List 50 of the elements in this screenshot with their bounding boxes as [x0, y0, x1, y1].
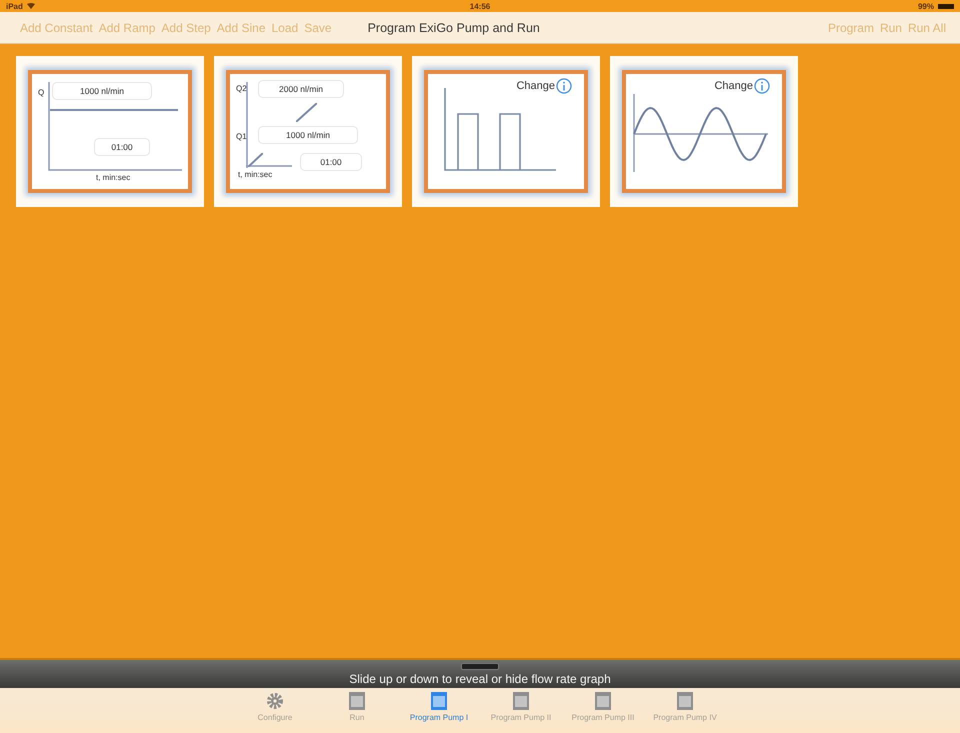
ramp-line	[296, 103, 317, 122]
tab[interactable]: Program Pump III	[564, 692, 642, 733]
flow-rate-field[interactable]: 2000 nl/min	[258, 80, 344, 98]
screen-icon	[349, 692, 365, 710]
axis-label: Q2	[236, 84, 247, 93]
toolbar-button[interactable]: Run	[880, 20, 902, 34]
drag-handle[interactable]	[461, 663, 499, 670]
flow-rate-field[interactable]: 1000 nl/min	[258, 126, 358, 144]
toolbar-button[interactable]: Save	[304, 20, 332, 34]
info-icon	[556, 78, 572, 94]
screen-icon	[595, 692, 611, 710]
segment-card[interactable]: Q 1000 nl/min 01:00 t, min:sec	[16, 56, 204, 207]
axis-label: Q1	[236, 132, 247, 141]
toolbar-button[interactable]: Add Sine	[216, 20, 266, 34]
segment-card[interactable]: Change	[412, 56, 600, 207]
toolbar-button[interactable]: Program	[828, 20, 874, 34]
tab[interactable]: Configure	[236, 692, 314, 733]
clock: 14:56	[470, 2, 490, 10]
drawer-hint: Slide up or down to reveal or hide flow rate graph	[349, 672, 611, 686]
ramp-line	[248, 153, 263, 167]
screen-icon	[431, 692, 447, 710]
toolbar-button[interactable]: Load	[272, 20, 298, 34]
page-title: Program ExiGo Pump and Run	[368, 20, 540, 34]
gear-icon	[266, 692, 284, 710]
info-icon	[754, 78, 770, 94]
axis-label: t, min:sec	[96, 173, 130, 182]
tab[interactable]: Run	[318, 692, 396, 733]
axis-label: t, min:sec	[238, 170, 272, 179]
graph-drawer[interactable]: Slide up or down to reveal or hide flow rate graph	[0, 658, 960, 688]
tab[interactable]: Program Pump IV	[646, 692, 724, 733]
device-name: iPad	[6, 2, 23, 10]
screen-icon	[513, 692, 529, 710]
toolbar-button[interactable]: Run All	[908, 20, 946, 34]
axis-label: Q	[38, 88, 44, 97]
toolbar-button[interactable]: Add Step	[161, 20, 211, 34]
change-label[interactable]: Change	[516, 80, 555, 92]
duration-field[interactable]: 01:00	[94, 138, 150, 156]
battery-level: 99%	[918, 2, 934, 10]
flow-rate-field[interactable]: 1000 nl/min	[52, 82, 152, 100]
screen-icon	[677, 692, 693, 710]
change-label[interactable]: Change	[714, 80, 753, 92]
segment-card[interactable]: Change	[610, 56, 798, 207]
wifi-icon	[26, 3, 35, 9]
segment-card[interactable]: Q2 2000 nl/min Q1 1000 nl/min t, min:sec 01:00	[214, 56, 402, 207]
toolbar-button[interactable]: Add Constant	[20, 20, 93, 34]
tab[interactable]: Program Pump I	[400, 692, 478, 733]
tab[interactable]: Program Pump II	[482, 692, 560, 733]
toolbar-button[interactable]: Add Ramp	[98, 20, 156, 34]
battery-icon	[938, 4, 954, 8]
duration-field[interactable]: 01:00	[300, 153, 362, 171]
